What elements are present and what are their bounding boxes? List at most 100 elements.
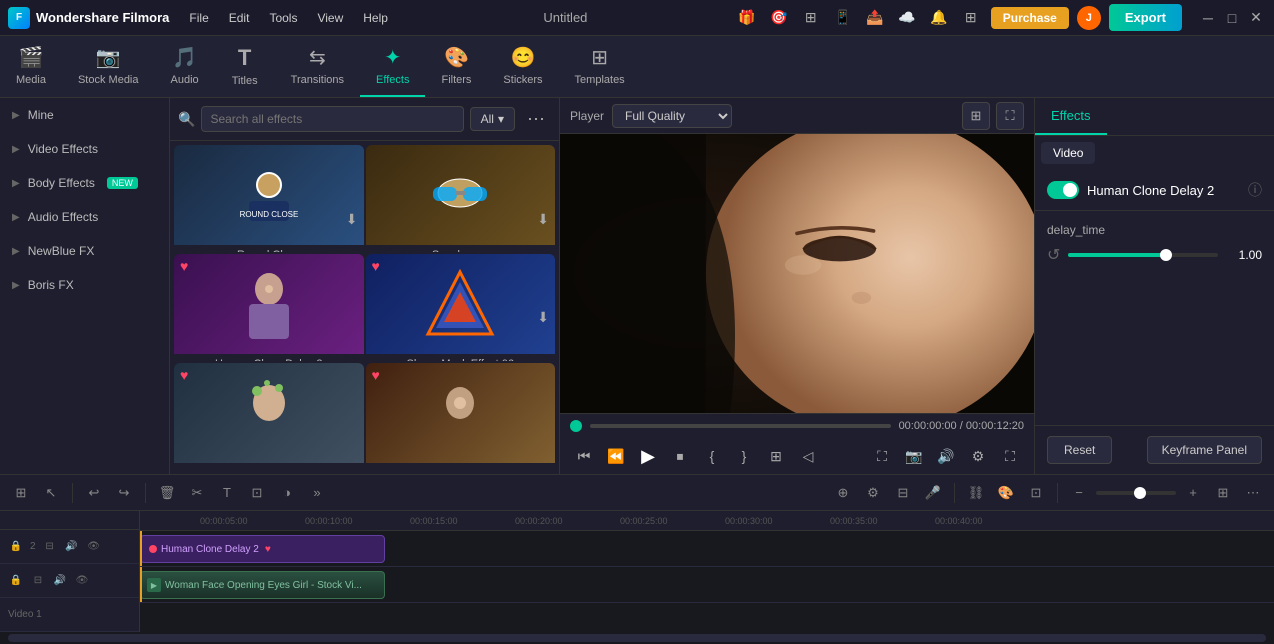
menu-tools[interactable]: Tools [261, 7, 305, 29]
minimize-button[interactable]: ─ [1198, 8, 1218, 28]
volume-button[interactable]: 🔊 [932, 442, 960, 470]
track-2-audio-icon[interactable]: 🔊 [64, 538, 80, 554]
redo-button[interactable]: ↪ [111, 480, 137, 506]
step-back-button[interactable]: ⏪ [602, 442, 630, 470]
track-2-visibility[interactable]: 👁 [86, 538, 102, 554]
track-1-visibility[interactable]: 👁 [74, 572, 90, 588]
search-input[interactable] [201, 106, 463, 132]
pip-button[interactable]: ⊡ [1023, 480, 1049, 506]
subtab-video[interactable]: Video [1041, 142, 1095, 164]
toolbar-audio[interactable]: 🎵 Audio [155, 36, 215, 97]
mark-in-button[interactable]: { [698, 442, 726, 470]
effect-item-sunglasses[interactable]: ⬇ Sunglasses [366, 145, 556, 252]
sidebar-item-video-effects[interactable]: ▶ Video Effects [0, 132, 169, 166]
effect-item-human-clone-delay-2[interactable]: ♥ Human Clone Delay 2 [174, 254, 364, 361]
clip-video-main[interactable]: ▶ Woman Face Opening Eyes Girl - Stock V… [140, 571, 385, 599]
user-avatar[interactable]: J [1077, 6, 1101, 30]
crop-button[interactable]: ⛶ [868, 442, 896, 470]
playhead-dot[interactable] [570, 420, 582, 432]
toolbar-stock-media[interactable]: 📷 Stock Media [62, 36, 155, 97]
cloud-icon[interactable]: ☁️ [895, 6, 919, 30]
color-button[interactable]: ◑ [274, 480, 300, 506]
zoom-in-button[interactable]: + [1180, 480, 1206, 506]
effect-item-round-close[interactable]: ROUND CLOSE ⬇ Round Close [174, 145, 364, 252]
effect-item-shape-mask-06[interactable]: ♥ ⬇ Shape Mask Effect 06 [366, 254, 556, 361]
menu-edit[interactable]: Edit [221, 7, 258, 29]
sidebar-item-boris-fx[interactable]: ▶ Boris FX [0, 268, 169, 302]
toolbar-filters[interactable]: 🎨 Filters [425, 36, 487, 97]
track-row-1[interactable]: ▶ Woman Face Opening Eyes Girl - Stock V… [140, 567, 1274, 603]
cut-button[interactable]: ✂ [184, 480, 210, 506]
delete-button[interactable]: 🗑 [154, 480, 180, 506]
grid-icon[interactable]: ⊞ [799, 6, 823, 30]
fullscreen-ctrl-button[interactable]: ⛶ [996, 442, 1024, 470]
apps-icon[interactable]: ⊞ [959, 6, 983, 30]
magnet-button[interactable]: ⊕ [830, 480, 856, 506]
track-1-collapse[interactable]: ⊟ [30, 572, 46, 588]
track-1-audio-icon[interactable]: 🔊 [52, 572, 68, 588]
color2-button[interactable]: 🎨 [993, 480, 1019, 506]
toolbar-transitions[interactable]: ⇆ Transitions [275, 36, 360, 97]
effect-item-5[interactable]: ♥ [174, 363, 364, 470]
track-2-collapse[interactable]: ⊟ [42, 538, 58, 554]
snapshot-button[interactable]: 📷 [900, 442, 928, 470]
zoom-slider[interactable] [1096, 491, 1176, 495]
tab-effects[interactable]: Effects [1035, 98, 1107, 135]
add-marker-button[interactable]: ⊞ [762, 442, 790, 470]
link-button[interactable]: ⛓ [963, 480, 989, 506]
menu-file[interactable]: File [181, 7, 216, 29]
grid-view-button[interactable]: ⊞ [962, 102, 990, 130]
param-reset-icon[interactable]: ↺ [1047, 245, 1060, 265]
menu-help[interactable]: Help [355, 7, 396, 29]
more-tools-button[interactable]: » [304, 480, 330, 506]
close-button[interactable]: ✕ [1246, 8, 1266, 28]
track-2-lock[interactable]: 🔒 [8, 538, 24, 554]
purchase-button[interactable]: Purchase [991, 7, 1069, 29]
toolbar-stickers[interactable]: 😊 Stickers [487, 36, 558, 97]
clip-effect-human-clone[interactable]: Human Clone Delay 2 ♥ [140, 535, 385, 563]
track-row-2[interactable]: Human Clone Delay 2 ♥ [140, 531, 1274, 567]
sidebar-item-body-effects[interactable]: ▶ Body Effects NEW [0, 166, 169, 200]
fullscreen-button[interactable]: ⛶ [996, 102, 1024, 130]
mobile-icon[interactable]: 📱 [831, 6, 855, 30]
progress-track[interactable] [590, 424, 891, 428]
notify-icon[interactable]: 🔔 [927, 6, 951, 30]
toolbar-templates[interactable]: ⊞ Templates [559, 36, 641, 97]
toolbar-titles[interactable]: T Titles [215, 36, 275, 97]
toolbar-effects[interactable]: ✦ Effects [360, 36, 425, 97]
sidebar-item-audio-effects[interactable]: ▶ Audio Effects [0, 200, 169, 234]
arrow-icon[interactable]: 🎯 [767, 6, 791, 30]
reset-button[interactable]: Reset [1047, 436, 1112, 464]
effect-toggle[interactable] [1047, 181, 1079, 199]
track-1-lock[interactable]: 🔒 [8, 572, 24, 588]
more-btn[interactable]: ⋯ [1240, 480, 1266, 506]
effect-info-button[interactable]: ⓘ [1248, 180, 1262, 200]
stop-button[interactable]: ⏹ [666, 442, 694, 470]
maximize-button[interactable]: □ [1222, 8, 1242, 28]
more-button[interactable]: ⋯ [521, 107, 551, 132]
sidebar-item-newblue-fx[interactable]: ▶ NewBlue FX [0, 234, 169, 268]
mark-out-button[interactable]: } [730, 442, 758, 470]
keyframe-panel-button[interactable]: Keyframe Panel [1147, 436, 1262, 464]
audio-button[interactable]: 🎤 [920, 480, 946, 506]
settings2-button[interactable]: ⚙ [860, 480, 886, 506]
export-button[interactable]: Export [1109, 4, 1182, 31]
param-slider[interactable] [1068, 253, 1218, 257]
settings-button[interactable]: ⚙ [964, 442, 992, 470]
sidebar-item-mine[interactable]: ▶ Mine [0, 98, 169, 132]
play-button[interactable]: ▶ [634, 442, 662, 470]
menu-view[interactable]: View [309, 7, 351, 29]
split-button[interactable]: ⊟ [890, 480, 916, 506]
share-icon[interactable]: 📤 [863, 6, 887, 30]
text-button[interactable]: T [214, 480, 240, 506]
skip-back-button[interactable]: ⏮ [570, 442, 598, 470]
add-track-button[interactable]: ⊞ [8, 480, 34, 506]
timeline-scrollbar[interactable] [8, 634, 1266, 642]
toolbar-media[interactable]: 🎬 Media [0, 36, 62, 97]
crop-button[interactable]: ⊡ [244, 480, 270, 506]
quality-select[interactable]: Full Quality Half Quality Quarter Qualit… [612, 104, 732, 128]
select-tool[interactable]: ↖ [38, 480, 64, 506]
prev-marker-button[interactable]: ◁ [794, 442, 822, 470]
zoom-out-button[interactable]: − [1066, 480, 1092, 506]
filter-button[interactable]: All ▾ [470, 107, 515, 131]
